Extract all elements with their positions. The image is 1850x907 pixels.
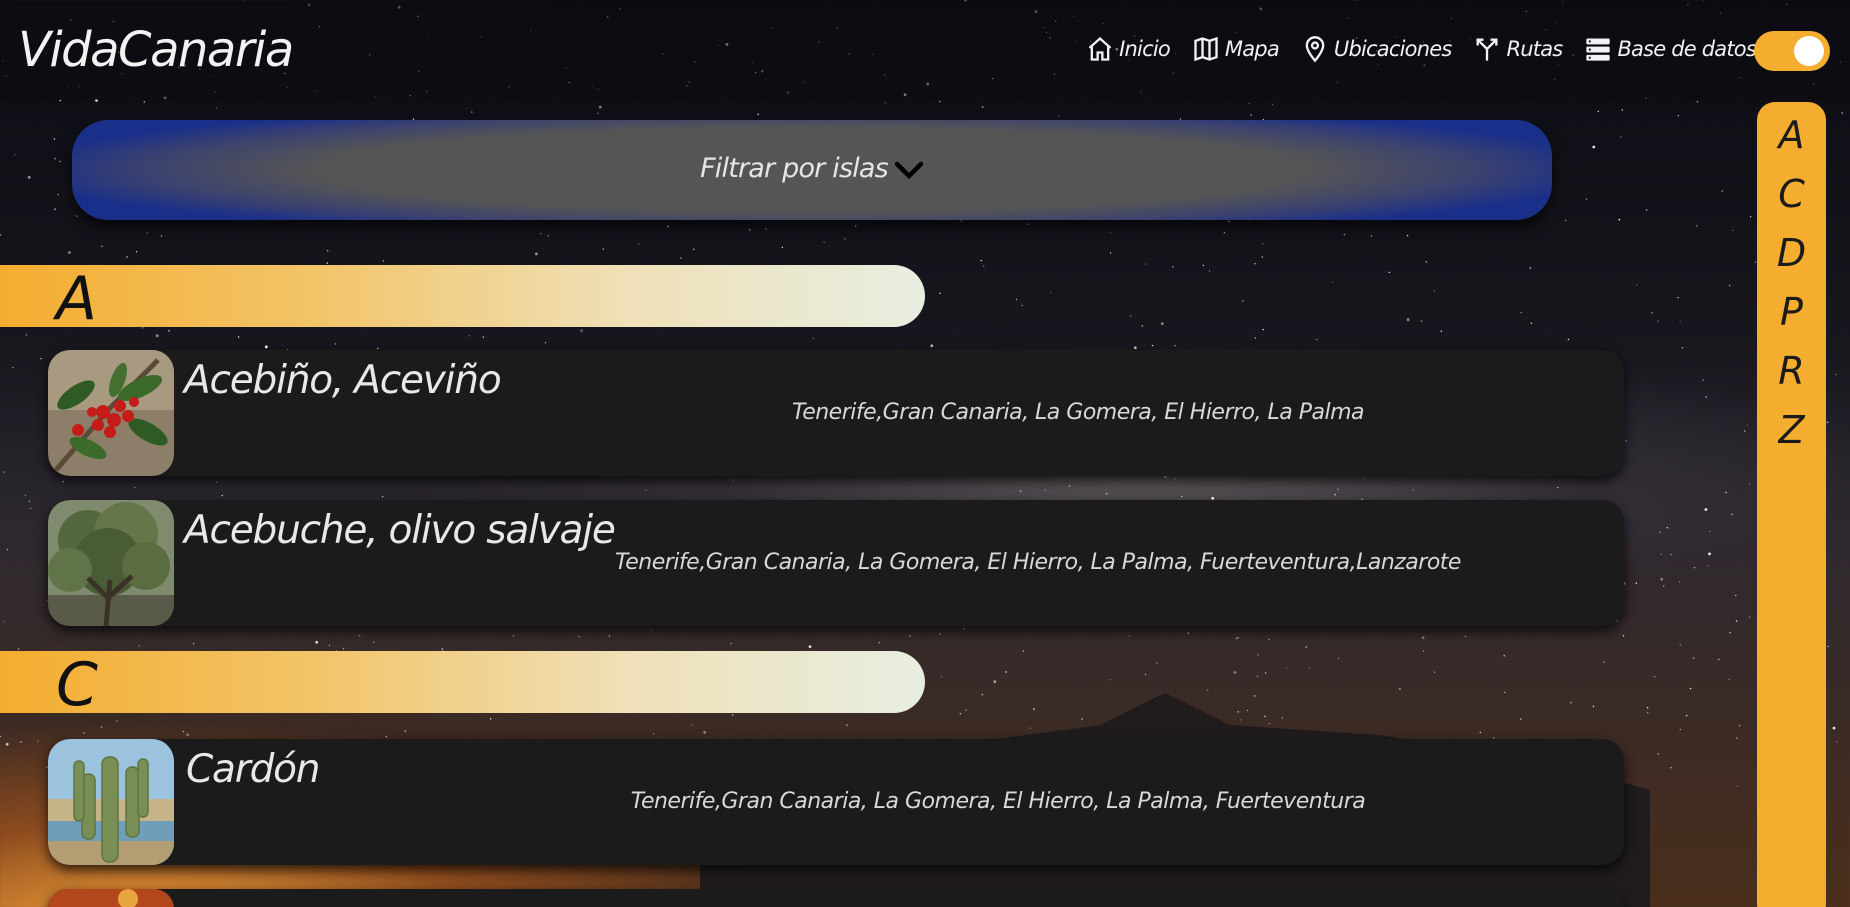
- alphabet-link-p[interactable]: P: [1757, 283, 1826, 342]
- nav-item-base-de-datos[interactable]: Base de datos: [1584, 34, 1757, 64]
- map-icon: [1194, 36, 1218, 62]
- filter-label: Filtrar por islas: [700, 153, 889, 184]
- alphabet-link-r[interactable]: R: [1757, 342, 1826, 401]
- theme-toggle[interactable]: [1754, 31, 1830, 71]
- wild-olive-tree-photo: [48, 500, 174, 626]
- section-letter: C: [56, 650, 98, 720]
- next-species-photo: [48, 889, 174, 907]
- database-icon: [1586, 38, 1611, 61]
- chevron-down-icon: [894, 161, 924, 179]
- filter-label-row: Filtrar por islas: [72, 153, 1552, 184]
- island-filter-button[interactable]: Filtrar por islas: [72, 120, 1552, 220]
- nav-item-mapa[interactable]: Mapa: [1192, 34, 1280, 64]
- species-islands: Tenerife,Gran Canaria, La Gomera, El Hie…: [615, 550, 1461, 575]
- nav-label-ubicaciones: Ubicaciones: [1333, 37, 1452, 61]
- section-header-a: A: [0, 265, 925, 333]
- location-pin-icon: [1305, 36, 1325, 63]
- alphabet-link-z[interactable]: Z: [1757, 401, 1826, 460]
- nav-label-mapa: Mapa: [1224, 37, 1280, 61]
- species-islands: Tenerife,Gran Canaria, La Gomera, El Hie…: [791, 400, 1365, 425]
- nav-label-rutas: Rutas: [1506, 37, 1563, 61]
- section-header-c: C: [0, 651, 925, 719]
- nav-item-rutas[interactable]: Rutas: [1473, 34, 1563, 64]
- species-name: Cardón: [186, 747, 321, 792]
- species-card-cardon[interactable]: Cardón Tenerife,Gran Canaria, La Gomera,…: [48, 739, 1624, 865]
- cardon-cactus-photo: [48, 739, 174, 865]
- top-navbar: VidaCanaria Inicio Mapa Ubicaciones Ruta…: [0, 0, 1850, 100]
- nav-menu: Inicio Mapa Ubicaciones Rutas Base de da…: [1064, 34, 1757, 64]
- alphabet-link-a[interactable]: A: [1757, 106, 1826, 165]
- species-card-next[interactable]: [48, 889, 1624, 907]
- species-name: Acebiño, Aceviño: [184, 358, 502, 403]
- species-card-acebino[interactable]: Acebiño, Aceviño Tenerife,Gran Canaria, …: [48, 350, 1624, 476]
- holly-berries-photo: [48, 350, 174, 476]
- species-name: Acebuche, olivo salvaje: [184, 508, 616, 553]
- section-letter: A: [56, 264, 98, 334]
- nav-item-ubicaciones[interactable]: Ubicaciones: [1301, 34, 1452, 64]
- route-fork-icon: [1476, 38, 1498, 61]
- home-icon: [1088, 36, 1112, 61]
- species-islands: Tenerife,Gran Canaria, La Gomera, El Hie…: [630, 789, 1366, 814]
- nav-item-inicio[interactable]: Inicio: [1086, 34, 1171, 64]
- species-card-acebuche[interactable]: Acebuche, olivo salvaje Tenerife,Gran Ca…: [48, 500, 1624, 626]
- alphabet-index-sidebar: A C D P R Z: [1757, 102, 1826, 907]
- alphabet-link-c[interactable]: C: [1757, 165, 1826, 224]
- nav-label-inicio: Inicio: [1119, 37, 1171, 61]
- brand-logo[interactable]: VidaCanaria: [18, 22, 294, 78]
- toggle-knob: [1794, 36, 1824, 66]
- nav-label-base-de-datos: Base de datos: [1617, 37, 1756, 61]
- alphabet-index-list: A C D P R Z: [1757, 102, 1826, 460]
- alphabet-link-d[interactable]: D: [1757, 224, 1826, 283]
